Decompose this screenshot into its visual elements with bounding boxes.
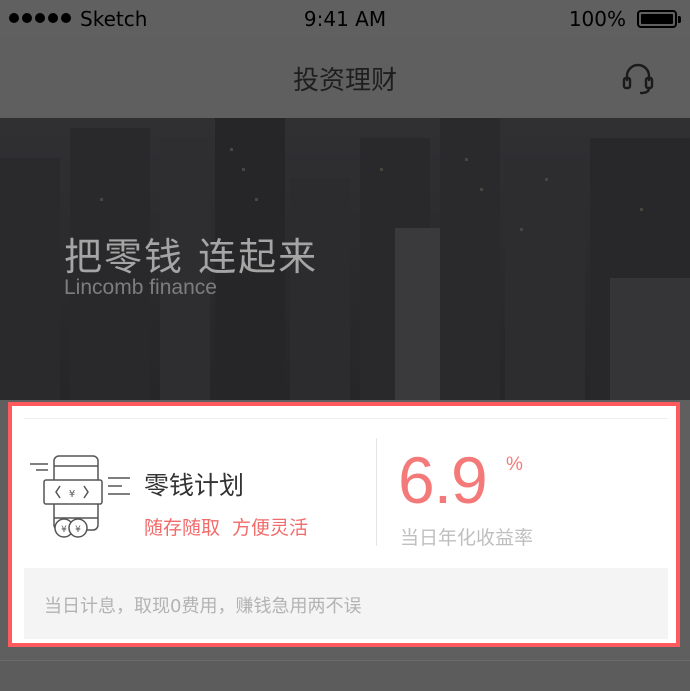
svg-text:¥: ¥ — [69, 489, 75, 500]
banner-subtitle: Lincomb finance — [64, 276, 217, 299]
page-title: 投资理财 — [292, 66, 397, 96]
phone-money-icon: ¥ ¥ ¥ — [30, 455, 130, 538]
plan-name: 零钱计划 — [144, 471, 245, 500]
svg-text:¥: ¥ — [61, 525, 67, 535]
rate-unit: % — [506, 454, 523, 475]
plan-tag: 随存随取 — [144, 517, 221, 539]
product-note: 当日计息，取现0费用，赚钱急用两不误 — [44, 596, 362, 617]
svg-text:¥: ¥ — [75, 525, 81, 535]
battery-icon — [637, 10, 681, 28]
vertical-divider — [376, 438, 377, 546]
headset-icon[interactable] — [618, 58, 658, 98]
annual-yield-rate: 6.9 % — [398, 442, 523, 518]
status-bar: Sketch 9:41 AM 100% — [0, 0, 690, 38]
next-card-edge — [0, 660, 690, 691]
banner-title: 把零钱 连起来 — [64, 235, 319, 279]
plan-tag: 方便灵活 — [232, 517, 309, 539]
rate-value: 6.9 — [398, 443, 488, 517]
card-divider — [24, 418, 668, 419]
product-note-box: 当日计息，取现0费用，赚钱急用两不误 — [24, 568, 668, 639]
battery-percentage: 100% — [568, 7, 626, 31]
product-card[interactable]: ¥ ¥ ¥ 零钱计划 随存随取 方便灵活 6.9 % 当日年化收益率 当日计息，取… — [8, 402, 680, 647]
plan-tags: 随存随取 方便灵活 — [144, 513, 308, 540]
promo-banner[interactable]: 把零钱 连起来 Lincomb finance — [0, 118, 690, 400]
navigation-bar: 投资理财 — [0, 38, 690, 118]
rate-label: 当日年化收益率 — [400, 527, 534, 549]
